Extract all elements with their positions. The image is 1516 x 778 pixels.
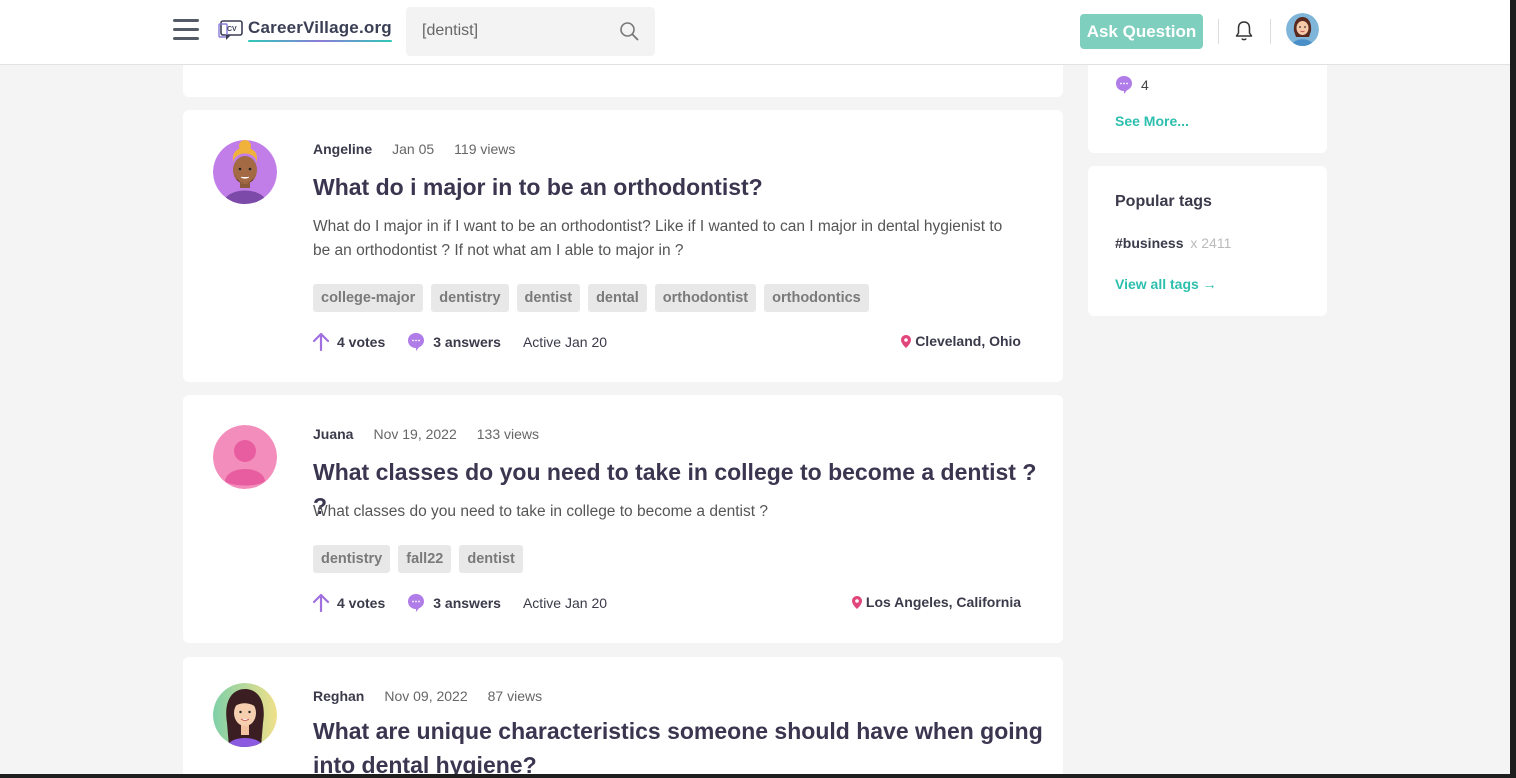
question-title[interactable]: What are unique characteristics someone … [313,714,1053,778]
view-count: 87 views [487,688,543,704]
tag-chip[interactable]: dentistry [431,284,509,312]
view-count: 119 views [454,141,516,157]
tag-list: dentistry fall22 dentist [313,545,523,573]
view-all-tags-link[interactable]: View all tags → [1115,276,1217,292]
search-value: [dentist] [422,22,479,39]
header-divider [1270,19,1271,44]
author-avatar[interactable] [213,683,277,747]
answer-count: 4 [1115,75,1149,95]
active-date: Active Jan 20 [522,334,608,350]
question-meta: Reghan Nov 09, 2022 87 views [313,688,542,704]
search-icon[interactable] [619,21,639,41]
vote-stat[interactable]: 4 votes [313,594,385,612]
logo-text: CareerVillage.org [248,18,392,42]
svg-text:CV: CV [227,26,237,33]
question-body: What classes do you need to take in coll… [313,503,768,520]
post-date: Jan 05 [392,141,435,157]
speech-bubble-icon [408,333,425,351]
answer-stat[interactable]: 3 answers [407,593,501,613]
tag-list: college-major dentistry dentist dental o… [313,284,869,312]
tag-chip[interactable]: fall22 [398,545,452,573]
window-edge-bottom [0,774,1516,778]
tag-chip[interactable]: dentist [459,545,523,573]
popular-tag-count: x 2411 [1190,235,1232,251]
tag-chip[interactable]: dentist [516,284,581,312]
location: Cleveland, Ohio [901,333,1021,349]
tag-chip[interactable]: college-major [313,284,424,312]
location: Los Angeles, California [851,594,1021,610]
menu-icon[interactable] [173,19,199,41]
vote-stat[interactable]: 4 votes [313,333,385,351]
question-meta: Juana Nov 19, 2022 133 views [313,426,539,442]
tag-chip[interactable]: orthodontist [654,284,757,312]
popular-tag-item: #business x 2411 [1115,235,1231,251]
question-stats: 4 votes 3 answers Active Jan 20 [313,593,629,613]
question-card: Reghan Nov 09, 2022 87 views What are un… [183,657,1063,778]
question-stats: 4 votes 3 answers Active Jan 20 [313,332,629,352]
question-card: Juana Nov 19, 2022 133 views What classe… [183,395,1063,643]
question-body: What do I major in if I want to be an or… [313,218,1003,259]
user-avatar[interactable] [1286,13,1319,46]
upvote-icon[interactable] [313,333,329,351]
location-pin-icon [851,595,862,609]
tag-chip[interactable]: dental [588,284,647,312]
logo[interactable]: CV CareerVillage.org [218,18,392,42]
author-name[interactable]: Juana [313,426,353,442]
upvote-icon[interactable] [313,594,329,612]
author-avatar[interactable] [213,425,277,489]
author-name[interactable]: Angeline [313,141,372,157]
question-title[interactable]: What do i major in to be an orthodontist… [313,170,1043,204]
author-avatar[interactable] [213,140,277,204]
post-date: Nov 19, 2022 [373,426,457,442]
logo-mark-icon: CV [218,20,243,40]
see-more-link[interactable]: See More... [1115,113,1189,129]
popular-tags-card: Popular tags #business x 2411 View all t… [1088,166,1327,316]
search-input[interactable]: [dentist] [406,7,655,56]
answer-stat[interactable]: 3 answers [407,332,501,352]
speech-bubble-icon [408,594,425,612]
question-card: Angeline Jan 05 119 views What do i majo… [183,110,1063,382]
tag-chip[interactable]: dentistry [313,545,391,573]
popular-tag-name[interactable]: #business [1115,235,1183,251]
header-divider [1218,19,1219,44]
ask-question-button[interactable]: Ask Question [1080,14,1203,49]
post-date: Nov 09, 2022 [384,688,468,704]
bell-icon[interactable] [1234,20,1254,42]
popular-tags-title: Popular tags [1115,193,1212,210]
tag-chip[interactable]: orthodontics [764,284,869,312]
author-name[interactable]: Reghan [313,688,364,704]
question-meta: Angeline Jan 05 119 views [313,141,515,157]
top-header: CV CareerVillage.org [dentist] Ask Quest… [0,0,1510,65]
active-date: Active Jan 20 [522,595,608,611]
speech-bubble-icon [1116,76,1132,94]
view-count: 133 views [476,426,540,442]
window-edge-right [1510,0,1516,778]
location-pin-icon [901,334,912,348]
